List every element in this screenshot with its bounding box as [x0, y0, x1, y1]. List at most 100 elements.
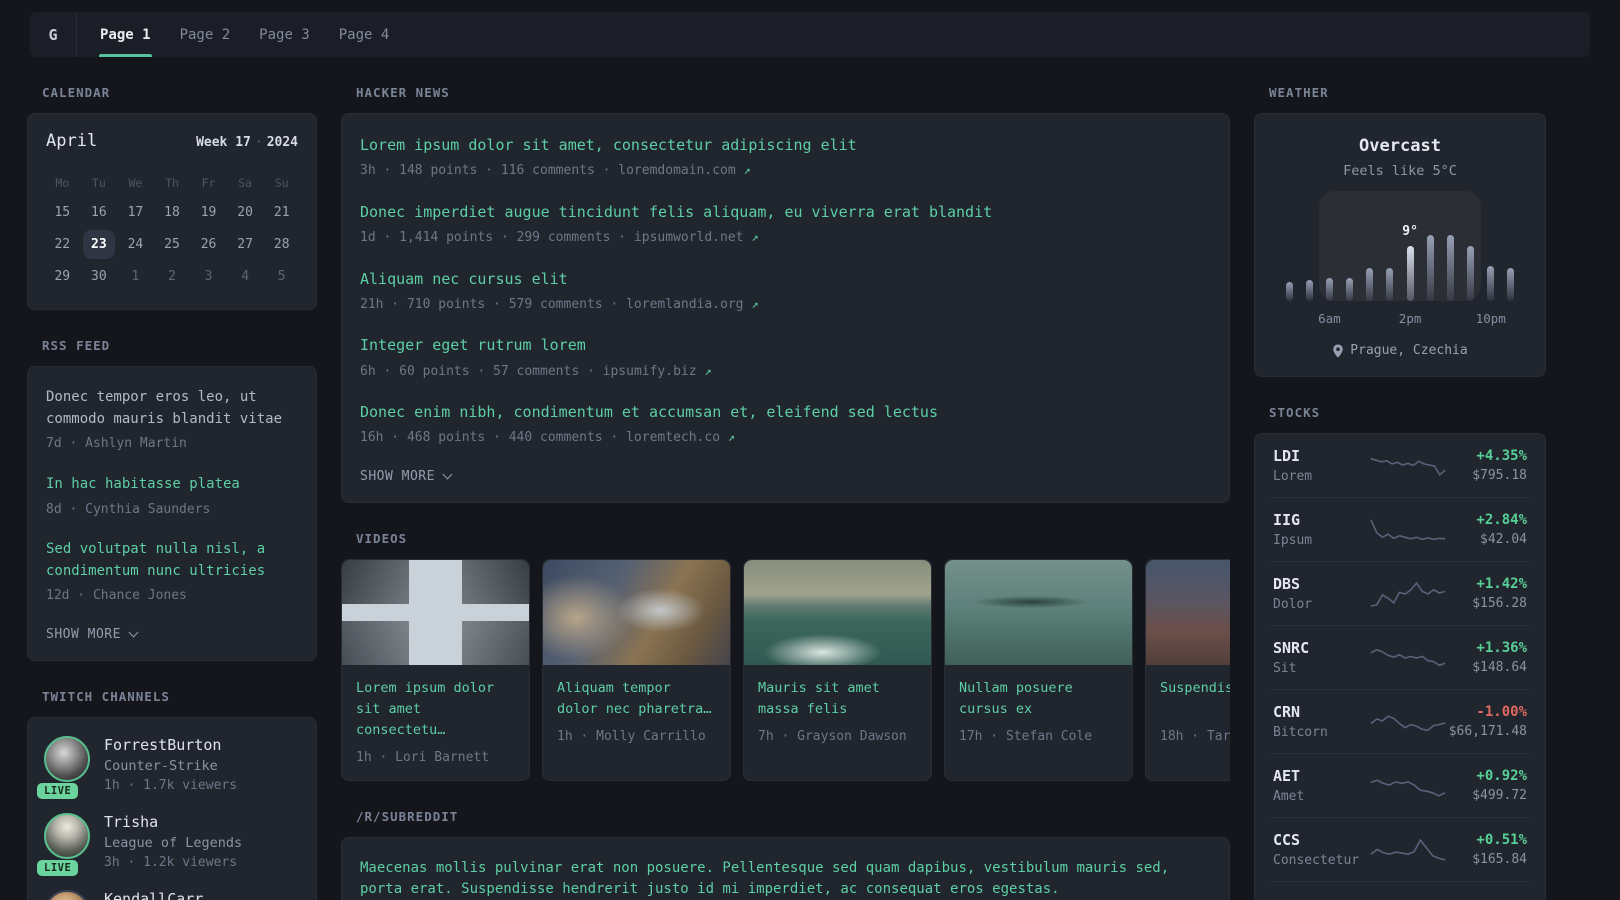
video-card-body: Mauris sit amet massa felis 7h · Grayson… — [744, 665, 931, 759]
live-badge: LIVE — [37, 782, 79, 799]
videos-widget: VIDEOS Lorem ipsum dolor sit amet consec… — [341, 531, 1230, 781]
video-card[interactable]: Suspendisse diam 18h · Tara — [1145, 558, 1230, 781]
stock-name: Sit — [1273, 661, 1297, 676]
sparkline-path — [1370, 714, 1446, 731]
stock-sparkline — [1370, 457, 1446, 476]
show-more-label: SHOW MORE — [360, 468, 435, 484]
weather-bar-slot — [1481, 213, 1501, 301]
stock-id: CCS Consectetur — [1273, 831, 1369, 868]
nav-tab[interactable]: Page 1 — [99, 12, 152, 57]
calendar-day: 4 — [241, 269, 250, 284]
stock-change: +1.36% — [1476, 640, 1527, 656]
feed-item-meta: 6h · 60 points · 57 comments · ipsumify.… — [360, 362, 1211, 382]
calendar-day: 21 — [273, 205, 290, 220]
calendar-day: 1 — [131, 269, 140, 284]
video-thumbnail[interactable] — [543, 559, 730, 665]
stock-sparkline — [1370, 714, 1446, 731]
nav-tab[interactable]: Page 3 — [258, 12, 311, 57]
videos-section-title: VIDEOS — [356, 530, 408, 546]
calendar-day: 24 — [127, 237, 144, 252]
external-link-icon: ↗ — [743, 163, 751, 178]
stock-row[interactable]: AET Amet +0.92% $499.72 — [1271, 753, 1529, 817]
app-logo[interactable]: G — [30, 12, 77, 57]
weather-bar — [1325, 278, 1333, 301]
feed-item-domain[interactable]: loremtech.co — [626, 430, 720, 445]
nav-tab-label: Page 4 — [338, 26, 390, 43]
feed-item-title[interactable]: Aliquam nec cursus elit — [360, 268, 1211, 291]
feed-item-title[interactable]: Maecenas mollis pulvinar erat non posuer… — [360, 858, 1211, 900]
video-title[interactable]: Nullam posuere cursus ex — [959, 678, 1118, 720]
sparkline-path — [1370, 519, 1446, 540]
feed-item-domain[interactable]: loremlandia.org — [626, 297, 743, 312]
feed-item-domain[interactable]: loremdomain.com — [618, 163, 735, 178]
stock-row[interactable]: SNRC Sit +1.36% $148.64 — [1271, 625, 1529, 689]
stock-row[interactable]: DBS Dolor +1.42% $156.28 — [1271, 561, 1529, 625]
stock-id: CRN Bitcorn — [1273, 703, 1369, 740]
video-thumbnail[interactable] — [342, 559, 529, 665]
calendar-day: 18 — [164, 205, 180, 220]
video-card-body: Suspendisse diam 18h · Tara — [1146, 665, 1230, 759]
stock-row[interactable]: LDI Lorem +4.35% $795.18 — [1271, 434, 1529, 497]
weather-section-title: WEATHER — [1269, 85, 1329, 100]
video-thumbnail[interactable] — [1146, 559, 1230, 665]
twitch-channel-row[interactable]: LIVE ForrestBurton Counter-Strike 1h · 1… — [37, 735, 300, 799]
stock-name: Dolor — [1273, 597, 1313, 612]
channel-viewers: 1h · 1.7k viewers — [104, 777, 238, 793]
feed-item: Lorem ipsum dolor sit amet, consectetur … — [360, 134, 1211, 181]
weather-bar-slot — [1319, 213, 1339, 301]
feed-item-domain[interactable]: ipsumworld.net — [634, 230, 744, 245]
stock-row[interactable]: CCS Consectetur +0.51% $165.84 — [1271, 817, 1529, 881]
feed-item-title[interactable]: In hac habitasse platea — [46, 474, 298, 496]
rss-show-more-button[interactable]: SHOW MORE — [46, 627, 139, 642]
video-card[interactable]: Mauris sit amet massa felis 7h · Grayson… — [743, 558, 932, 781]
feed-item-title[interactable]: Integer eget rutrum lorem — [360, 334, 1211, 357]
twitch-channel-row[interactable]: KendallCarr — [44, 889, 300, 900]
stock-change: +1.42% — [1476, 576, 1527, 592]
stock-price: $42.04 — [1480, 532, 1527, 547]
video-title[interactable]: Mauris sit amet massa felis — [758, 678, 917, 720]
stock-symbol: SNRC — [1273, 639, 1310, 657]
twitch-list: LIVE ForrestBurton Counter-Strike 1h · 1… — [37, 735, 300, 900]
weather-bar — [1426, 235, 1434, 301]
feed-item-title[interactable]: Lorem ipsum dolor sit amet, consectetur … — [360, 134, 1211, 157]
twitch-channel-row[interactable]: LIVE Trisha League of Legends 3h · 1.2k … — [37, 812, 300, 876]
hackernews-section-title: HACKER NEWS — [356, 85, 450, 100]
video-meta: 7h · Grayson Dawson — [758, 728, 907, 744]
weather-bar — [1285, 281, 1293, 301]
feed-item-title[interactable]: Donec imperdiet augue tincidunt felis al… — [360, 201, 1211, 224]
feed-item-title[interactable]: Sed volutpat nulla nisl, a condimentum n… — [46, 539, 298, 582]
weather-bar — [1487, 265, 1495, 301]
stock-symbol: CRN — [1273, 703, 1301, 721]
video-title[interactable]: Aliquam tempor dolor nec pharetra… — [557, 678, 716, 720]
stock-row[interactable]: IIG Ipsum +2.84% $42.04 — [1271, 497, 1529, 561]
stock-row[interactable]: CRN Bitcorn -1.00% $66,171.48 — [1271, 689, 1529, 753]
calendar-card: April Week 17 · 2024 Mo Tu We Th Fr Sa Su 15 16 17 1… — [27, 113, 317, 310]
nav-tab[interactable]: Page 4 — [338, 12, 391, 57]
weather-bar — [1467, 246, 1475, 301]
video-card[interactable]: Lorem ipsum dolor sit amet consectetu… 1… — [341, 558, 530, 781]
feed-item-title[interactable]: Donec tempor eros leo, ut commodo mauris… — [46, 387, 298, 430]
feed-item: Donec enim nibh, condimentum et accumsan… — [360, 401, 1211, 448]
video-title[interactable]: Suspendisse diam — [1160, 678, 1230, 720]
weather-bar-slot — [1380, 213, 1400, 301]
video-meta: 1h · Molly Carrillo — [557, 728, 706, 744]
hackernews-show-more-button[interactable]: SHOW MORE — [360, 468, 453, 484]
video-card[interactable]: Aliquam tempor dolor nec pharetra… 1h · … — [542, 558, 731, 781]
channel-info: ForrestBurton Counter-Strike 1h · 1.7k v… — [104, 736, 237, 793]
video-card[interactable]: Nullam posuere cursus ex 17h · Stefan Co… — [944, 558, 1133, 781]
video-card-body: Lorem ipsum dolor sit amet consectetu… 1… — [342, 665, 529, 780]
column-right: WEATHER Overcast Feels like 5°C 9° 6am 2p… — [1254, 85, 1546, 900]
stock-values: +0.92% $499.72 — [1447, 768, 1527, 803]
nav-tab[interactable]: Page 2 — [179, 12, 232, 57]
feed-item-title[interactable]: Donec enim nibh, condimentum et accumsan… — [360, 401, 1211, 424]
external-link-icon: ↗ — [727, 430, 736, 445]
video-thumbnail[interactable] — [945, 559, 1132, 665]
video-title[interactable]: Lorem ipsum dolor sit amet consectetu… — [356, 678, 515, 741]
feed-item-meta: 12d · Chance Jones — [46, 586, 298, 606]
feed-item-domain[interactable]: ipsumify.biz — [603, 364, 697, 379]
stock-id: DBS Dolor — [1273, 575, 1369, 612]
video-thumbnail[interactable] — [744, 559, 931, 665]
feed-item-meta: 16h · 468 points · 440 comments · loremt… — [360, 428, 1211, 448]
stock-row[interactable]: AHS +0.46% — [1271, 881, 1529, 900]
channel-info: Trisha League of Legends 3h · 1.2k viewe… — [104, 813, 242, 870]
